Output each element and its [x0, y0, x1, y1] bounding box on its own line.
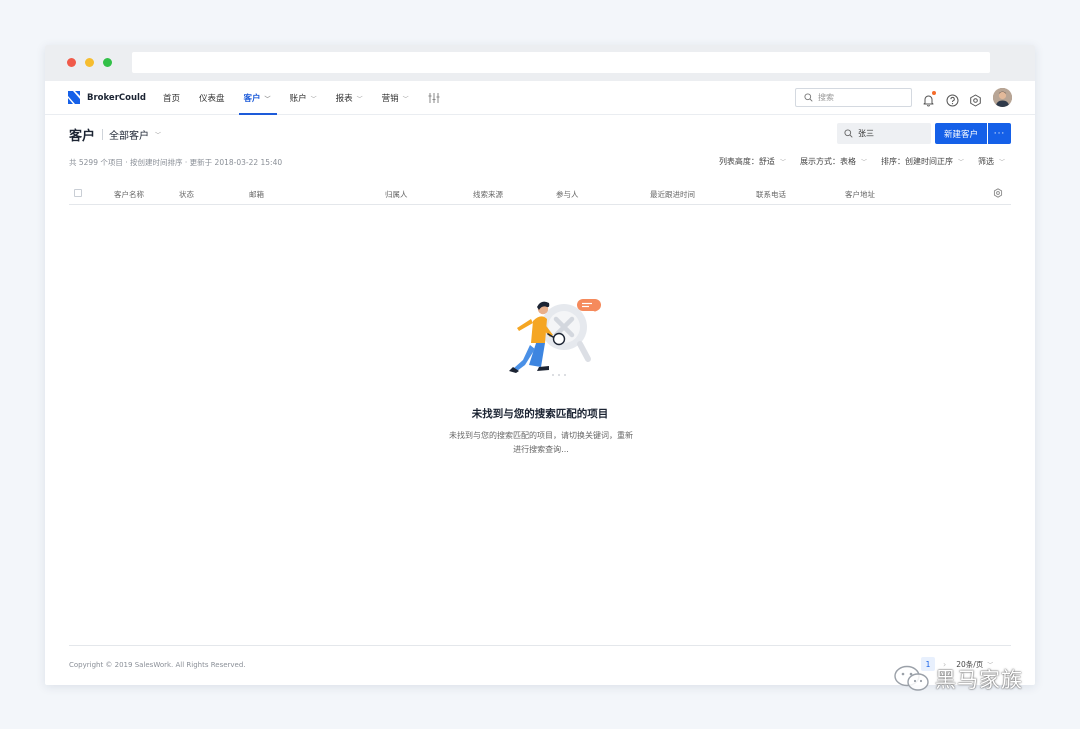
- column-header-participants[interactable]: 参与人: [556, 189, 579, 200]
- column-header-last-followup[interactable]: 最近跟进时间: [650, 189, 695, 200]
- empty-state-title: 未找到与您的搜索匹配的项目: [471, 408, 609, 420]
- filter-option[interactable]: 筛选 ﹀: [978, 156, 1005, 167]
- nav-item-home[interactable]: 首页: [163, 81, 180, 115]
- chevron-down-icon: ﹀: [779, 159, 786, 166]
- column-header-phone[interactable]: 联系电话: [756, 189, 786, 200]
- chevron-down-icon: ﹀: [356, 95, 363, 103]
- top-nav: BrokerCould 首页 仪表盘 客户 ﹀ 账户 ﹀ 报表 ﹀ 营销 ﹀: [45, 81, 1035, 115]
- filter-label: 筛选: [977, 157, 994, 166]
- chevron-down-icon: ﹀: [998, 159, 1005, 166]
- chevron-down-icon: ﹀: [860, 159, 867, 166]
- customer-search[interactable]: [837, 123, 931, 144]
- list-toolbar: 列表高度：舒适 ﹀ 展示方式：表格 ﹀ 排序：创建时间正序 ﹀ 筛选 ﹀: [705, 156, 1005, 167]
- page-title: 客户: [69, 129, 96, 144]
- sort-option[interactable]: 排序：创建时间正序 ﹀: [881, 156, 964, 167]
- global-search[interactable]: [795, 88, 912, 107]
- chevron-down-icon: ﹀: [957, 159, 964, 166]
- footer-divider: [69, 645, 1011, 646]
- brand-logo[interactable]: BrokerCould: [68, 91, 146, 104]
- column-settings-icon[interactable]: [993, 188, 1003, 198]
- bell-icon: [923, 95, 934, 107]
- row-height-option[interactable]: 列表高度：舒适 ﹀: [719, 156, 786, 167]
- customer-search-input[interactable]: [858, 129, 928, 138]
- address-bar[interactable]: [132, 52, 990, 73]
- gear-icon: [970, 94, 981, 107]
- chevron-down-icon: ﹀: [155, 132, 162, 139]
- nav-item-marketing[interactable]: 营销 ﹀: [382, 81, 409, 115]
- user-avatar[interactable]: [993, 88, 1012, 107]
- watermark-text: 黑马家族: [935, 668, 1023, 692]
- select-all-checkbox[interactable]: [74, 189, 82, 197]
- brand-name: BrokerCould: [87, 92, 147, 103]
- sort-label: 排序：创建时间正序: [880, 157, 953, 166]
- wechat-icon: [894, 665, 929, 691]
- view-selector-label: 全部客户: [109, 131, 150, 142]
- nav-item-accounts[interactable]: 账户 ﹀: [290, 81, 317, 115]
- nav-item-customers[interactable]: 客户 ﹀: [238, 81, 277, 115]
- notification-badge: [932, 91, 936, 95]
- avatar-image: [993, 88, 1012, 107]
- empty-search-illustration: [509, 299, 601, 376]
- nav-item-label: 报表: [335, 94, 353, 104]
- chevron-down-icon: ﹀: [402, 95, 409, 103]
- column-header-address[interactable]: 客户地址: [845, 189, 875, 200]
- help-button[interactable]: [946, 92, 959, 107]
- row-height-label: 列表高度：舒适: [718, 157, 775, 166]
- column-header-lead-source[interactable]: 线索来源: [473, 189, 503, 200]
- more-actions-button[interactable]: ···: [988, 123, 1011, 144]
- page-header: 客户 全部客户 ﹀: [69, 125, 161, 144]
- copyright-text: Copyright © 2019 SalesWork. All Rights R…: [69, 661, 246, 669]
- nav-item-label: 首页: [163, 94, 181, 104]
- main-menu: 首页 仪表盘 客户 ﹀ 账户 ﹀ 报表 ﹀ 营销 ﹀: [163, 81, 459, 115]
- chevron-down-icon: ﹀: [310, 95, 317, 103]
- minimize-window-dot[interactable]: [85, 58, 94, 67]
- column-header-owner[interactable]: 归属人: [385, 189, 408, 200]
- empty-state-description: 未找到与您的搜索匹配的项目，请切换关键词，重新 进行搜索查询...: [441, 429, 641, 457]
- sliders-icon: [428, 93, 440, 103]
- column-header-status[interactable]: 状态: [179, 189, 194, 200]
- nav-item-label: 账户: [289, 94, 307, 104]
- display-mode-label: 展示方式：表格: [799, 157, 856, 166]
- watermark: 黑马家族: [893, 664, 1023, 694]
- nav-customize-button[interactable]: [428, 81, 440, 115]
- global-search-input[interactable]: [818, 93, 904, 102]
- search-icon: [804, 93, 813, 102]
- nav-item-label: 仪表盘: [199, 94, 225, 104]
- close-window-dot[interactable]: [67, 58, 76, 67]
- column-header-email[interactable]: 邮箱: [249, 189, 264, 200]
- search-icon: [844, 129, 853, 138]
- brand-logo-icon: [68, 91, 80, 104]
- maximize-window-dot[interactable]: [103, 58, 112, 67]
- nav-item-reports[interactable]: 报表 ﹀: [336, 81, 363, 115]
- chevron-down-icon: ﹀: [264, 95, 271, 103]
- browser-window: BrokerCould 首页 仪表盘 客户 ﹀ 账户 ﹀ 报表 ﹀ 营销 ﹀ 搜…: [45, 45, 1035, 685]
- table-header: 客户名称 状态 邮箱 归属人 线索来源 参与人 最近跟进时间 联系电话 客户地址: [69, 183, 1011, 205]
- view-selector[interactable]: 全部客户 ﹀: [109, 127, 161, 142]
- nav-item-label: 客户: [243, 94, 261, 104]
- nav-item-label: 营销: [381, 94, 399, 104]
- browser-chrome: [45, 45, 1035, 81]
- question-circle-icon: [946, 94, 959, 107]
- notifications-button[interactable]: [922, 91, 936, 107]
- empty-state-desc-line1: 未找到与您的搜索匹配的项目，请切换关键词，重新: [449, 431, 633, 440]
- nav-item-dashboard[interactable]: 仪表盘: [199, 81, 225, 115]
- empty-state-desc-line2: 进行搜索查询...: [513, 445, 569, 454]
- column-header-customer-name[interactable]: 客户名称: [114, 189, 144, 200]
- title-divider: [102, 129, 104, 140]
- list-meta: 共 5299 个项目 · 按创建时间排序 · 更新于 2018-03-22 15…: [69, 158, 283, 167]
- settings-button[interactable]: [969, 92, 982, 107]
- new-customer-button[interactable]: 新建客户: [935, 123, 987, 144]
- display-mode-option[interactable]: 展示方式：表格 ﹀: [800, 156, 867, 167]
